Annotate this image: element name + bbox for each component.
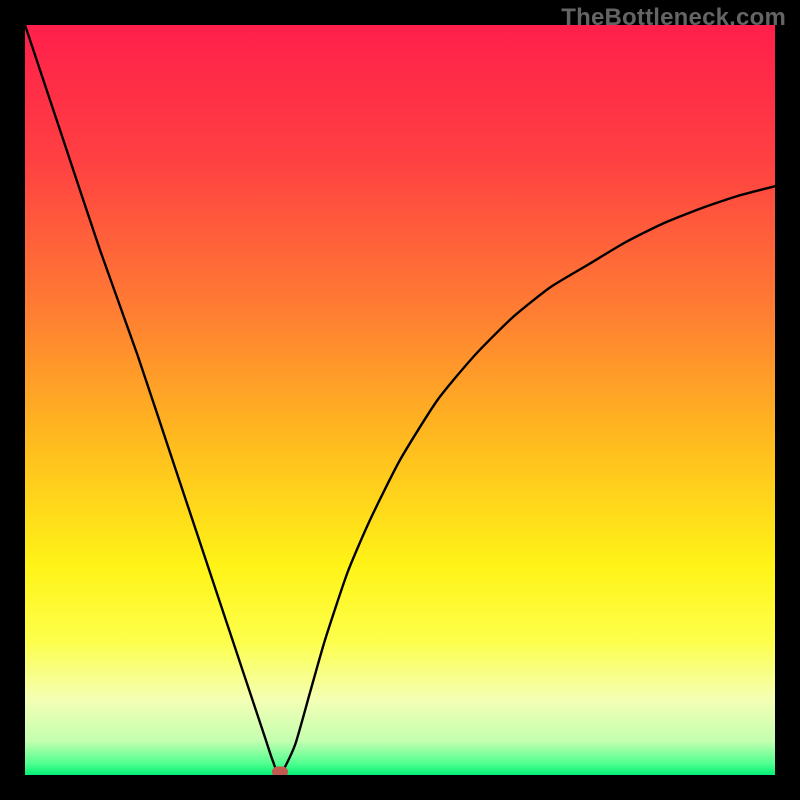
chart-background [25, 25, 775, 775]
optimal-marker [273, 767, 288, 775]
watermark-text: TheBottleneck.com [561, 4, 786, 32]
bottleneck-chart [25, 25, 775, 775]
plot-area [25, 25, 775, 775]
chart-frame: TheBottleneck.com [0, 0, 800, 800]
